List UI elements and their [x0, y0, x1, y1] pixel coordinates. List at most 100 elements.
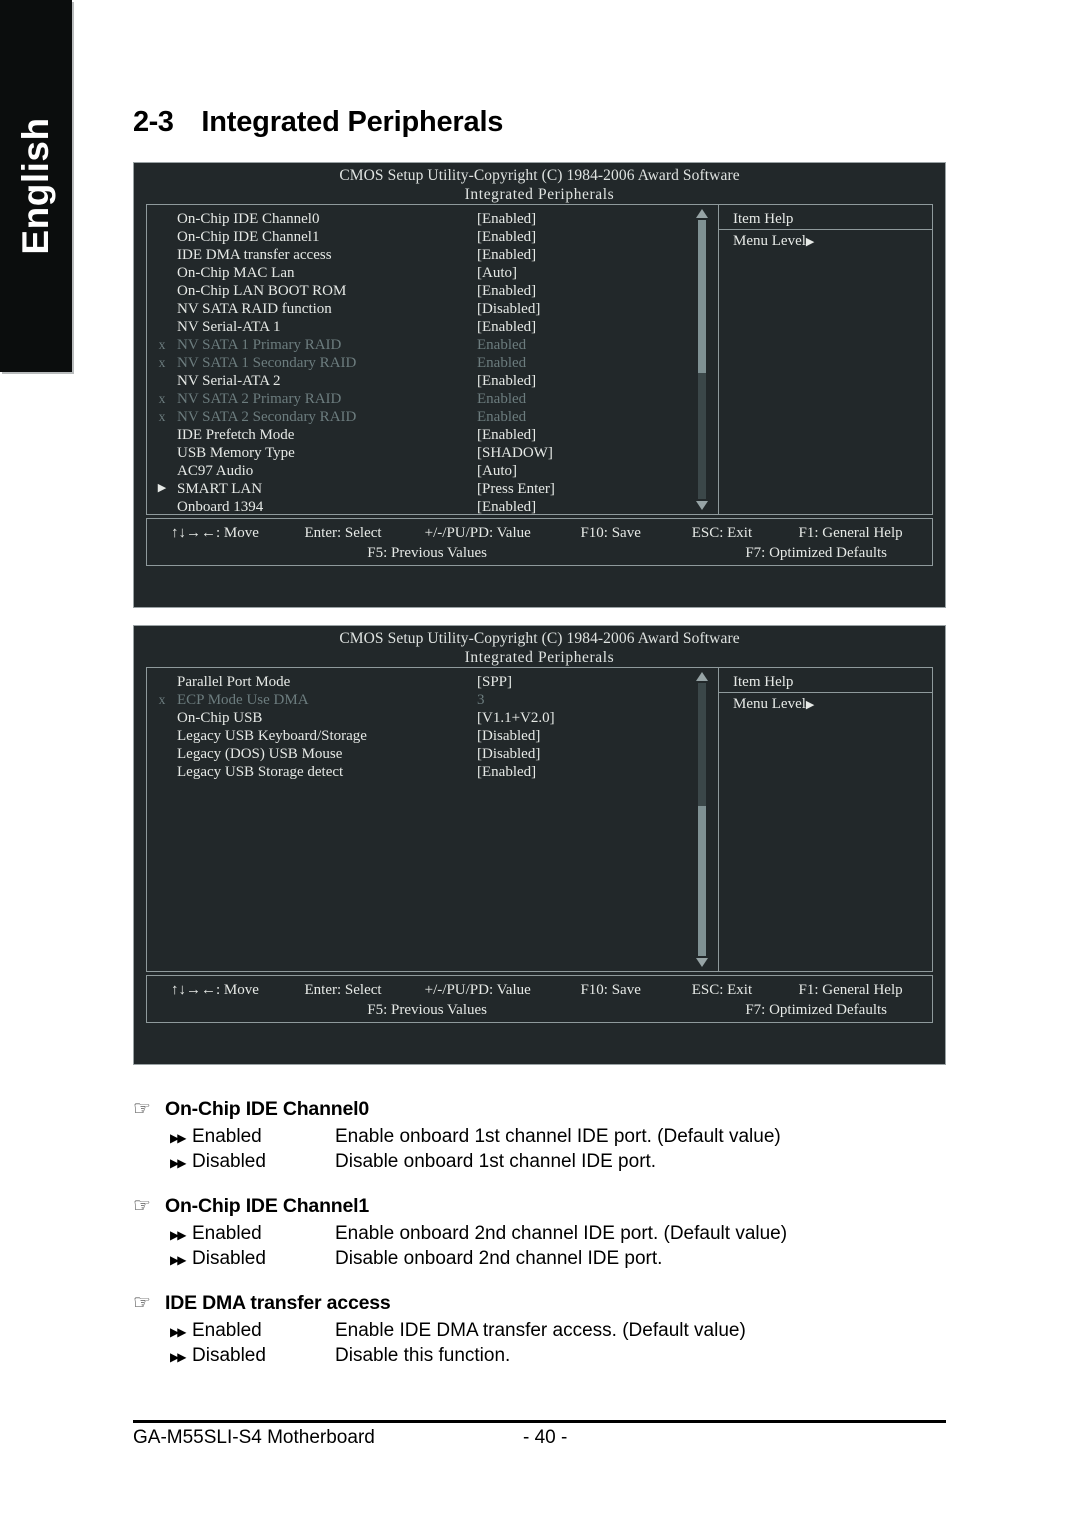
bios-setting-value[interactable]: [V1.1+V2.0] — [477, 709, 555, 727]
key-esc: ESC: Exit — [691, 525, 753, 541]
bios-setting-value[interactable]: [SPP] — [477, 673, 512, 691]
bios-setting-row[interactable]: Parallel Port Mode [SPP] — [147, 673, 718, 691]
bios-2-items-pane[interactable]: Parallel Port Mode [SPP] x ECP Mode Use DMA… — [147, 668, 719, 971]
bios-setting-row[interactable]: x NV SATA 2 Secondary RAID Enabled — [147, 408, 718, 426]
bios-setting-row[interactable]: IDE Prefetch Mode [Enabled] — [147, 426, 718, 444]
key-previous-values: F5: Previous Values — [367, 1002, 487, 1018]
bios-setting-value[interactable]: [SHADOW] — [477, 444, 553, 462]
scroll-down-arrow-icon[interactable] — [696, 958, 708, 967]
setting-option-row: ▶▶ Enabled Enable onboard 1st channel IDE … — [170, 1126, 953, 1148]
bios-setting-row[interactable]: On-Chip USB [V1.1+V2.0] — [147, 709, 718, 727]
bios-setting-value[interactable]: [Enabled] — [477, 282, 536, 300]
double-arrow-bullet-icon: ▶▶ — [170, 1350, 186, 1364]
setting-description-heading: ☞ On-Chip IDE Channel0 — [133, 1098, 953, 1121]
bios-setting-row[interactable]: NV Serial-ATA 2 [Enabled] — [147, 372, 718, 390]
bios-setting-value[interactable]: [Enabled] — [477, 426, 536, 444]
bios-2-item-help-header: Item Help — [719, 673, 932, 693]
disabled-marker-icon: x — [158, 337, 166, 352]
bios-setting-row[interactable]: Legacy USB Storage detect [Enabled] — [147, 763, 718, 781]
bios-1-item-help-header: Item Help — [719, 210, 932, 230]
bios-screen-2: CMOS Setup Utility-Copyright (C) 1984-20… — [133, 625, 946, 1065]
bios-setting-row[interactable]: AC97 Audio [Auto] — [147, 462, 718, 480]
option-name: Disabled — [192, 1248, 266, 1269]
row-marker — [147, 300, 177, 318]
bios-setting-row[interactable]: On-Chip IDE Channel0 [Enabled] — [147, 210, 718, 228]
bios-setting-value[interactable]: [Disabled] — [477, 300, 540, 318]
key-esc: ESC: Exit — [691, 982, 753, 998]
setting-description-heading: ☞ On-Chip IDE Channel1 — [133, 1195, 953, 1218]
bios-2-scroll-thumb-light[interactable] — [698, 805, 706, 956]
bios-setting-value[interactable]: [Enabled] — [477, 246, 536, 264]
double-arrow-bullet-icon: ▶▶ — [170, 1156, 186, 1170]
footer-product-name: GA-M55SLI-S4 Motherboard — [133, 1427, 375, 1448]
bios-1-scroll-thumb-dark[interactable] — [698, 373, 706, 499]
section-title: Integrated Peripherals — [201, 106, 504, 138]
bios-setting-row[interactable]: USB Memory Type [SHADOW] — [147, 444, 718, 462]
row-marker — [147, 498, 177, 514]
bios-setting-row[interactable]: x NV SATA 2 Primary RAID Enabled — [147, 390, 718, 408]
bios-setting-row[interactable]: Legacy (DOS) USB Mouse [Disabled] — [147, 745, 718, 763]
bios-setting-value[interactable]: [Enabled] — [477, 210, 536, 228]
scroll-down-arrow-icon[interactable] — [696, 501, 708, 510]
bios-1-scrollbar[interactable] — [696, 209, 708, 510]
bios-setting-value[interactable]: 3 — [477, 691, 485, 709]
bios-setting-label: NV SATA 2 Primary RAID — [177, 391, 342, 407]
bios-setting-label: NV Serial-ATA 1 — [177, 319, 281, 335]
bios-setting-value[interactable]: [Enabled] — [477, 318, 536, 336]
scroll-up-arrow-icon[interactable] — [696, 672, 708, 681]
key-save: F10: Save — [580, 982, 641, 998]
bios-2-scroll-track[interactable] — [698, 683, 706, 956]
option-name: Enabled — [192, 1320, 262, 1341]
row-marker — [147, 709, 177, 727]
bios-setting-row[interactable]: On-Chip IDE Channel1 [Enabled] — [147, 228, 718, 246]
bios-setting-value[interactable]: [Enabled] — [477, 372, 536, 390]
setting-option-row: ▶▶ Disabled Disable this function. — [170, 1345, 953, 1367]
key-optimized-defaults: F7: Optimized Defaults — [745, 545, 887, 561]
bios-setting-row[interactable]: ▶ SMART LAN [Press Enter] — [147, 480, 718, 498]
bios-setting-row[interactable]: On-Chip LAN BOOT ROM [Enabled] — [147, 282, 718, 300]
bios-1-items-pane[interactable]: On-Chip IDE Channel0 [Enabled] On-Chip IDE… — [147, 205, 719, 514]
bios-setting-value[interactable]: [Enabled] — [477, 498, 536, 514]
row-marker — [147, 372, 177, 390]
bios-setting-value[interactable]: Enabled — [477, 408, 526, 426]
key-general-help: F1: General Help — [798, 525, 903, 541]
setting-option-row: ▶▶ Enabled Enable IDE DMA transfer access.… — [170, 1320, 953, 1342]
scroll-up-arrow-icon[interactable] — [696, 209, 708, 218]
bios-setting-value[interactable]: [Auto] — [477, 462, 517, 480]
bios-setting-value[interactable]: [Disabled] — [477, 727, 540, 745]
option-description: Enable onboard 2nd channel IDE port. (De… — [335, 1223, 788, 1244]
bios-1-menu-level-label: Menu Level — [733, 233, 806, 249]
bios-setting-row[interactable]: On-Chip MAC Lan [Auto] — [147, 264, 718, 282]
double-arrow-bullet-icon: ▶▶ — [170, 1253, 186, 1267]
bios-setting-value[interactable]: [Disabled] — [477, 745, 540, 763]
bios-setting-value[interactable]: Enabled — [477, 336, 526, 354]
bios-setting-label: On-Chip LAN BOOT ROM — [177, 283, 347, 299]
bios-setting-row[interactable]: x ECP Mode Use DMA 3 — [147, 691, 718, 709]
bios-setting-row[interactable]: x NV SATA 1 Primary RAID Enabled — [147, 336, 718, 354]
key-save: F10: Save — [580, 525, 641, 541]
bios-setting-row[interactable]: NV Serial-ATA 1 [Enabled] — [147, 318, 718, 336]
bios-2-scrollbar[interactable] — [696, 672, 708, 967]
option-name: Enabled — [192, 1126, 262, 1147]
bios-2-scroll-thumb-dark[interactable] — [698, 683, 706, 806]
bios-1-help-pane: Item Help Menu Level▶ — [719, 205, 932, 514]
bios-setting-value[interactable]: [Enabled] — [477, 763, 536, 781]
bios-setting-row[interactable]: Legacy USB Keyboard/Storage [Disabled] — [147, 727, 718, 745]
bios-setting-value[interactable]: Enabled — [477, 354, 526, 372]
bios-1-scroll-track[interactable] — [698, 220, 706, 499]
bios-setting-row[interactable]: Onboard 1394 [Enabled] — [147, 498, 718, 514]
bios-2-menu-level-label: Menu Level — [733, 696, 806, 712]
row-marker — [147, 246, 177, 264]
bios-setting-value[interactable]: [Press Enter] — [477, 480, 555, 498]
bios-setting-value[interactable]: [Enabled] — [477, 228, 536, 246]
bios-1-scroll-thumb-light[interactable] — [698, 220, 706, 374]
menu-level-arrow-icon: ▶ — [805, 699, 815, 711]
bios-setting-value[interactable]: [Auto] — [477, 264, 517, 282]
bios-setting-value[interactable]: Enabled — [477, 390, 526, 408]
bios-setting-row[interactable]: IDE DMA transfer access [Enabled] — [147, 246, 718, 264]
bios-setting-row[interactable]: NV SATA RAID function [Disabled] — [147, 300, 718, 318]
bios-setting-row[interactable]: x NV SATA 1 Secondary RAID Enabled — [147, 354, 718, 372]
setting-description-heading: ☞ IDE DMA transfer access — [133, 1292, 953, 1315]
bios-setting-label: NV SATA 2 Secondary RAID — [177, 409, 357, 425]
bios-1-menu-level: Menu Level▶ — [719, 230, 932, 251]
